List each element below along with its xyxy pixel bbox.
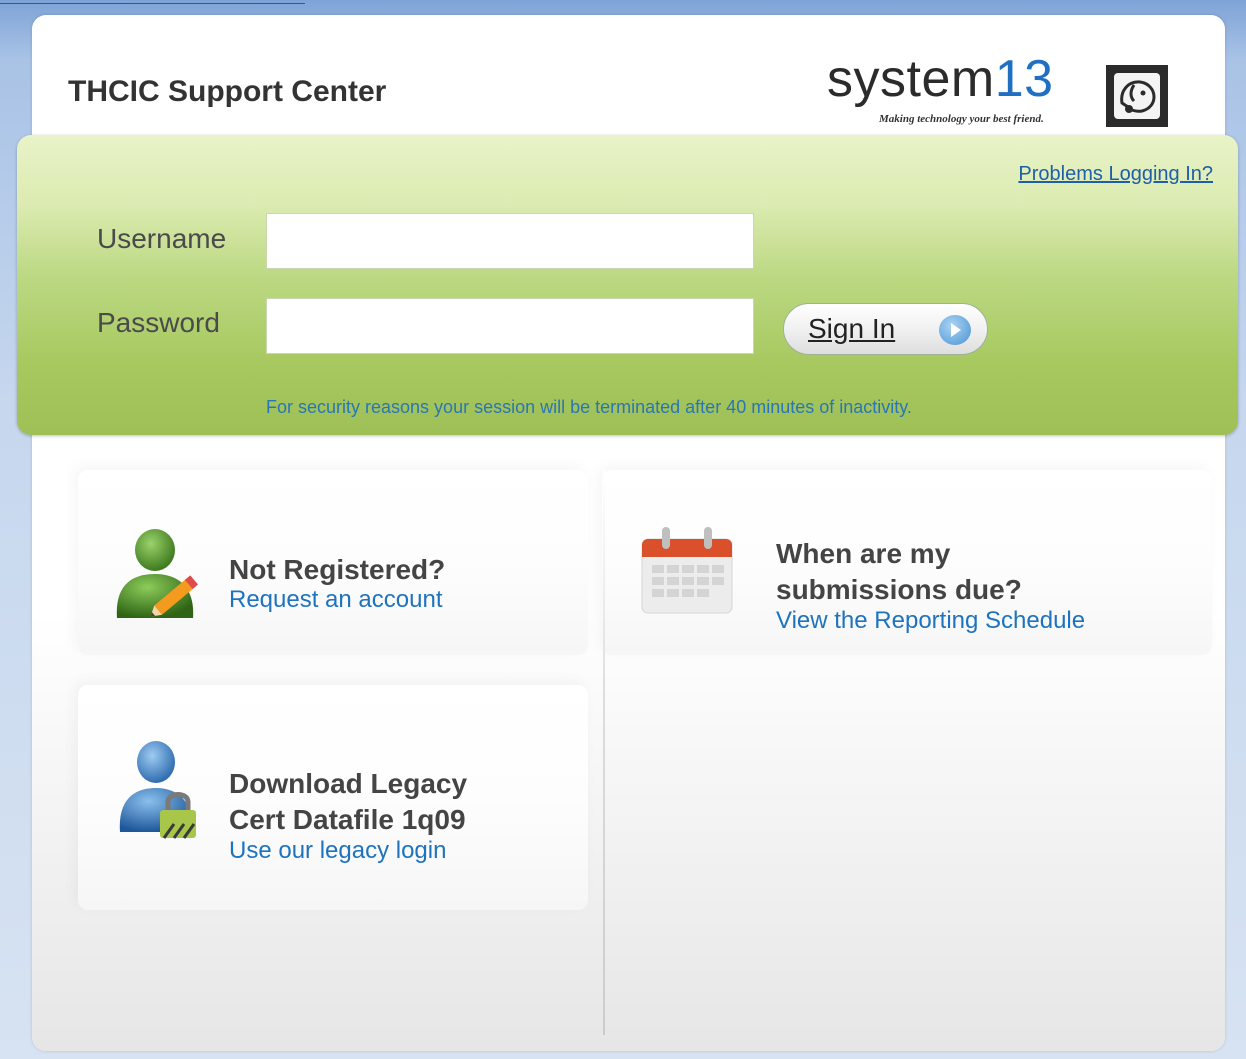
schedule-tile: When are my submissions due? View the Re… (602, 470, 1212, 655)
sign-in-label: Sign In (808, 313, 896, 344)
sign-in-button[interactable]: Sign In (783, 303, 988, 355)
register-tile: Not Registered? Request an account (78, 470, 588, 655)
session-timeout-note: For security reasons your session will b… (266, 397, 912, 417)
password-label: Password (97, 307, 220, 338)
login-panel: Problems Logging In? Username Password S… (17, 135, 1238, 435)
user-pencil-icon (113, 528, 203, 626)
legacy-title-line1: Download Legacy (229, 768, 468, 799)
register-title: Not Registered? (229, 554, 446, 585)
dog-logo-icon (1106, 65, 1168, 127)
request-account-link[interactable]: Request an account (229, 586, 442, 614)
column-divider (603, 470, 605, 1035)
logo-number: 13 (994, 50, 1054, 108)
site-title: THCIC Support Center (68, 75, 387, 108)
logo-word: system13 (827, 49, 1054, 109)
calendar-icon (640, 525, 734, 617)
username-label: Username (97, 223, 227, 254)
legacy-login-link[interactable]: Use our legacy login (229, 837, 446, 865)
system13-logo: system13 Making technology your best fri… (827, 50, 1168, 135)
logo-tagline: Making technology your best friend. (879, 113, 1044, 125)
legacy-tile: Download Legacy Cert Datafile 1q09 Use o… (78, 685, 588, 910)
arrow-right-icon (939, 315, 971, 345)
user-lock-icon (118, 740, 204, 842)
password-field[interactable] (266, 298, 754, 354)
logo-word-text: system (827, 50, 995, 108)
problems-logging-in-link[interactable]: Problems Logging In? (1018, 163, 1213, 186)
top-link-underline[interactable] (0, 0, 305, 4)
reporting-schedule-link[interactable]: View the Reporting Schedule (776, 607, 1085, 635)
schedule-title-line1: When are my (776, 538, 951, 569)
username-field[interactable] (266, 213, 754, 269)
legacy-title-line2: Cert Datafile 1q09 (229, 804, 466, 835)
schedule-title-line2: submissions due? (776, 574, 1022, 605)
